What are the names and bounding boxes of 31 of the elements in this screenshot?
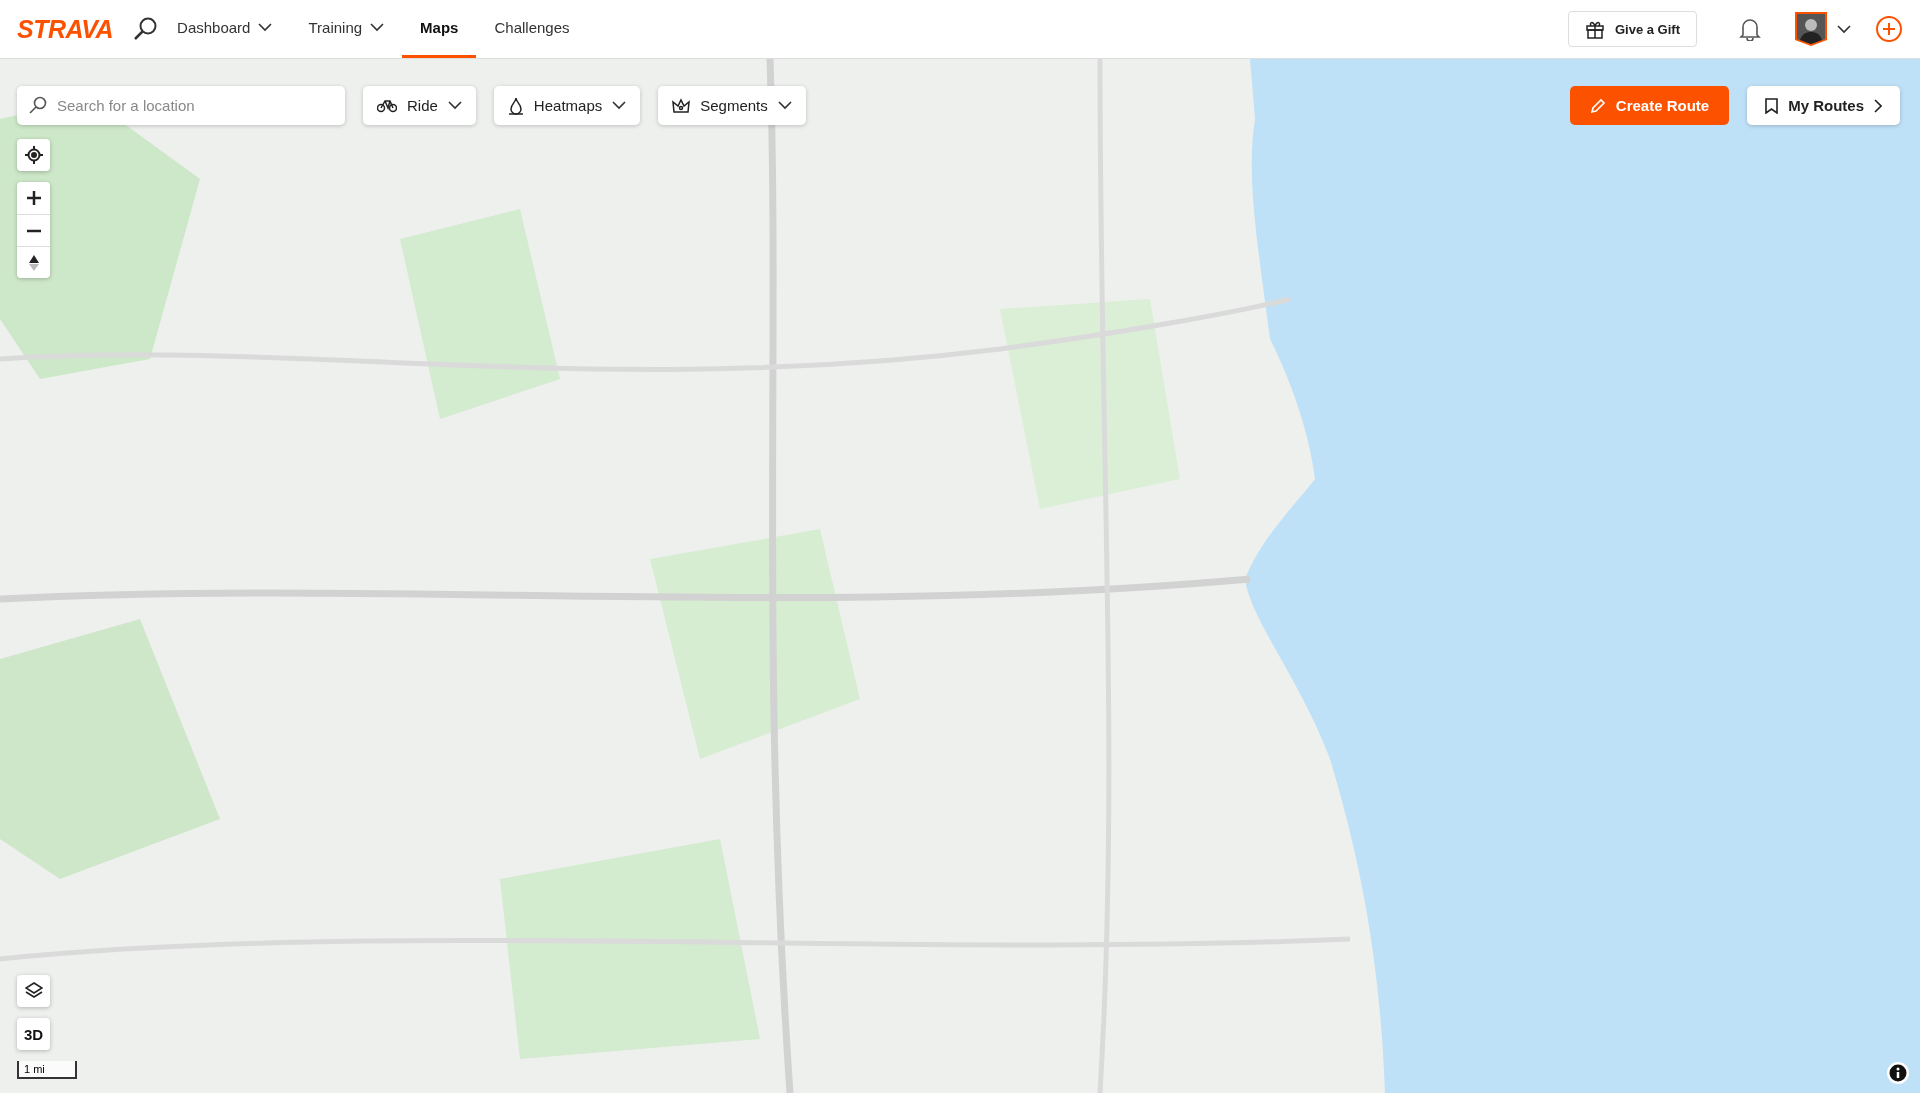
scale-bar: 1 mi	[17, 1061, 77, 1079]
nav-tab[interactable]: Dashboard	[159, 0, 291, 58]
3d-button[interactable]: 3D	[17, 1018, 50, 1050]
info-icon[interactable]	[1886, 1061, 1910, 1085]
caret-icon	[612, 101, 627, 110]
filter-dropdown[interactable]: Heatmaps	[493, 86, 641, 125]
filter-dropdown[interactable]: Ride	[363, 86, 476, 125]
minus-icon	[26, 228, 41, 233]
nav-tab[interactable]: Training	[290, 0, 403, 58]
locate-icon	[24, 146, 43, 164]
chevron-right-icon	[1874, 98, 1882, 113]
avatar-icon[interactable]	[1795, 12, 1827, 46]
flame-icon	[507, 96, 524, 115]
crown-icon	[672, 97, 691, 114]
caret-icon	[447, 101, 462, 110]
add-icon[interactable]	[1875, 15, 1903, 43]
layers-icon	[24, 982, 43, 1000]
bicycle-icon	[377, 98, 397, 113]
caret-icon	[777, 101, 792, 110]
notification-bell-icon[interactable]	[1739, 17, 1761, 41]
compass-icon	[28, 254, 39, 271]
give-gift-button[interactable]: Give a Gift	[1567, 11, 1697, 47]
my-routes-button[interactable]: My Routes	[1747, 86, 1900, 125]
filter-dropdown[interactable]: Segments	[658, 86, 806, 125]
gift-icon	[1584, 19, 1605, 39]
plus-icon	[26, 191, 41, 205]
search-field[interactable]: Search for a location	[17, 86, 345, 125]
bookmark-icon	[1765, 97, 1779, 114]
pencil-icon	[1589, 97, 1606, 114]
nav-tab[interactable]: Challenges	[476, 0, 588, 58]
caret-icon	[1837, 24, 1851, 34]
